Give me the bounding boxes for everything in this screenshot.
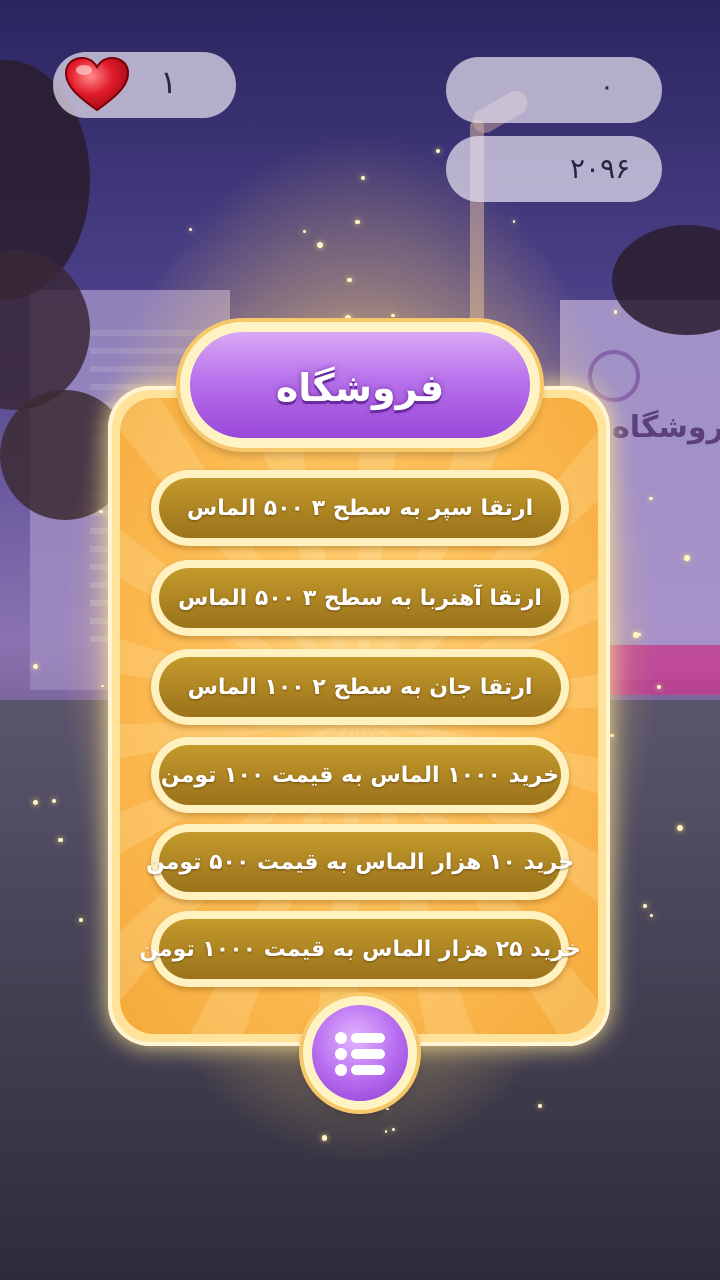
shop-item-label: ارتقا آهنربا به سطح ۳ ۵۰۰ الماس	[178, 585, 542, 611]
shop-title-plate: فروشگاه	[180, 322, 540, 448]
coins-value: ۰	[600, 72, 614, 102]
shop-item-buy-1000-gems[interactable]: خرید ۱۰۰۰ الماس به قیمت ۱۰۰ تومن	[151, 737, 569, 813]
shop-item-label: خرید ۱۰۰۰ الماس به قیمت ۱۰۰ تومن	[160, 762, 560, 788]
gems-value: ۲۰۹۶	[570, 152, 631, 185]
shop-item-label: ارتقا جان به سطح ۲ ۱۰۰ الماس	[187, 674, 533, 700]
shop-item-label: ارتقا سپر به سطح ۳ ۵۰۰ الماس	[186, 495, 534, 521]
coins-counter	[446, 57, 662, 123]
shop-item-buy-25k-gems[interactable]: خرید ۲۵ هزار الماس به قیمت ۱۰۰۰ تومن	[139, 911, 581, 987]
shop-item-label: خرید ۲۵ هزار الماس به قیمت ۱۰۰۰ تومن	[139, 936, 581, 962]
shop-item-buy-10k-gems[interactable]: خرید ۱۰ هزار الماس به قیمت ۵۰۰ تومن	[146, 824, 574, 900]
lives-count: ۱	[160, 63, 178, 101]
menu-button[interactable]	[303, 996, 417, 1110]
shop-title: فروشگاه	[275, 366, 445, 410]
shop-item-label: خرید ۱۰ هزار الماس به قیمت ۵۰۰ تومن	[145, 849, 575, 875]
shop-item-life-upgrade[interactable]: ارتقا جان به سطح ۲ ۱۰۰ الماس	[151, 649, 569, 725]
shop-item-magnet-upgrade[interactable]: ارتقا آهنربا به سطح ۳ ۵۰۰ الماس	[151, 560, 569, 636]
heart-icon	[64, 56, 130, 112]
menu-list-icon	[335, 1032, 385, 1076]
shop-item-shield-upgrade[interactable]: ارتقا سپر به سطح ۳ ۵۰۰ الماس	[151, 470, 569, 546]
